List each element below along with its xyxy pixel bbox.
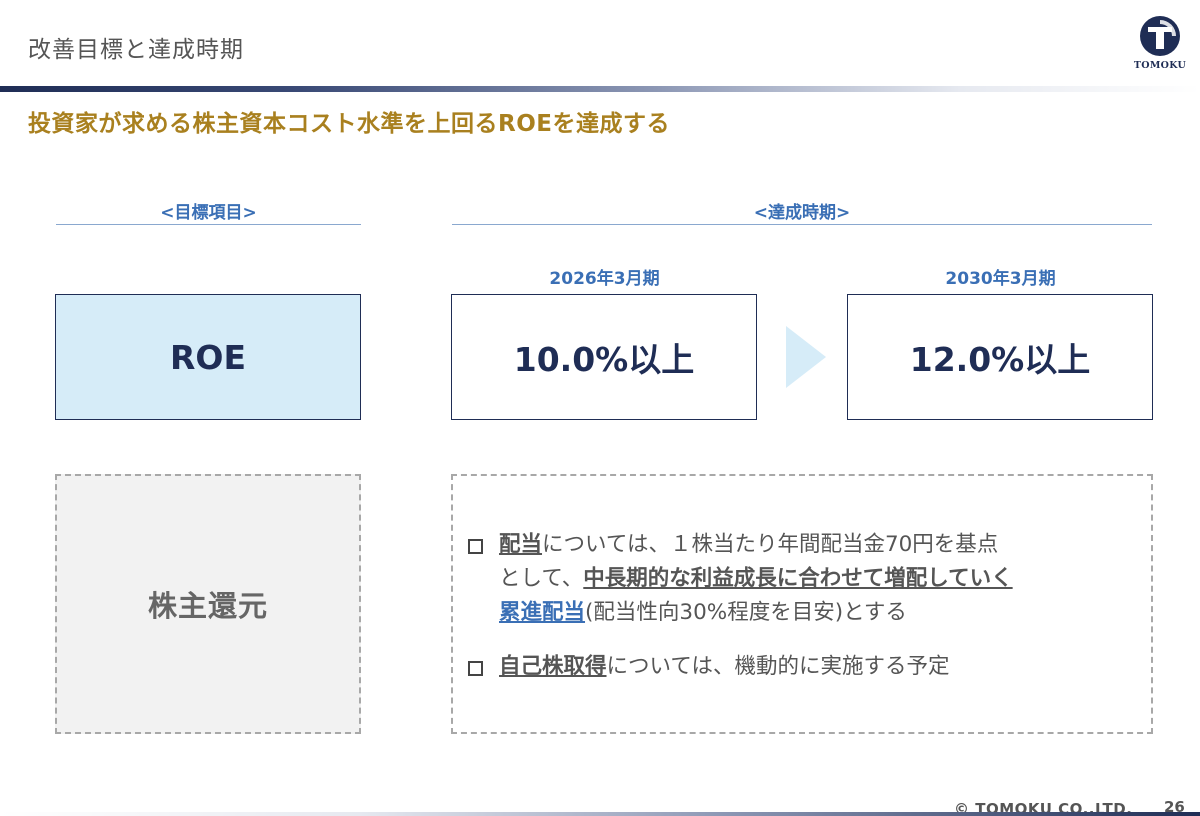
- period-section-label: <達成時期>: [753, 203, 851, 223]
- period-label-2026: 2026年3月期: [549, 269, 660, 289]
- roe-2026-box: 10.0%以上: [451, 294, 757, 420]
- buyback-text: については、機動的に実施する予定: [606, 654, 950, 679]
- roe-2026-value: 10.0%以上: [513, 340, 695, 379]
- dividend-text-2: として、: [499, 566, 584, 591]
- bullet-square-icon: [468, 539, 483, 554]
- buyback-policy-item: 自己株取得については、機動的に実施する予定: [466, 650, 1146, 684]
- bullet-square-icon: [468, 661, 483, 676]
- roe-2030-value: 12.0%以上: [909, 340, 1091, 379]
- buyback-keyword: 自己株取得: [499, 654, 607, 679]
- dividend-text-1: については、１株当たり年間配当金70円を基点: [542, 532, 999, 557]
- period-section-rule: [452, 224, 1152, 225]
- dividend-policy-item: 配当については、１株当たり年間配当金70円を基点 として、中長期的な利益成長に合…: [466, 528, 1146, 630]
- subtitle: 投資家が求める株主資本コスト水準を上回るROEを達成する: [28, 111, 670, 137]
- roe-target-box: ROE: [55, 294, 361, 420]
- return-policy-list: 配当については、１株当たり年間配当金70円を基点 として、中長期的な利益成長に合…: [466, 528, 1146, 704]
- period-label-2030: 2030年3月期: [945, 269, 1056, 289]
- progress-arrow-icon: [786, 326, 826, 388]
- dividend-keyword: 配当: [499, 532, 543, 557]
- footer-divider: [0, 812, 1200, 816]
- target-section-rule: [56, 224, 361, 225]
- dividend-emphasis: 中長期的な利益成長に合わせて増配していく: [583, 566, 1013, 591]
- page-title: 改善目標と達成時期: [28, 37, 244, 63]
- title-divider: [0, 86, 1200, 92]
- shareholder-return-box: 株主還元: [55, 474, 361, 734]
- dividend-text-3: (配当性向30%程度を目安)とする: [585, 600, 907, 625]
- target-section-label: <目標項目>: [160, 203, 257, 223]
- company-logo: TOMOKU: [1130, 14, 1190, 76]
- shareholder-return-label: 株主還元: [147, 589, 268, 623]
- roe-2030-box: 12.0%以上: [847, 294, 1153, 420]
- tomoku-logo-icon: [1140, 16, 1180, 56]
- roe-label: ROE: [169, 337, 246, 377]
- progressive-dividend-keyword: 累進配当: [499, 600, 586, 625]
- logo-text: TOMOKU: [1133, 60, 1187, 71]
